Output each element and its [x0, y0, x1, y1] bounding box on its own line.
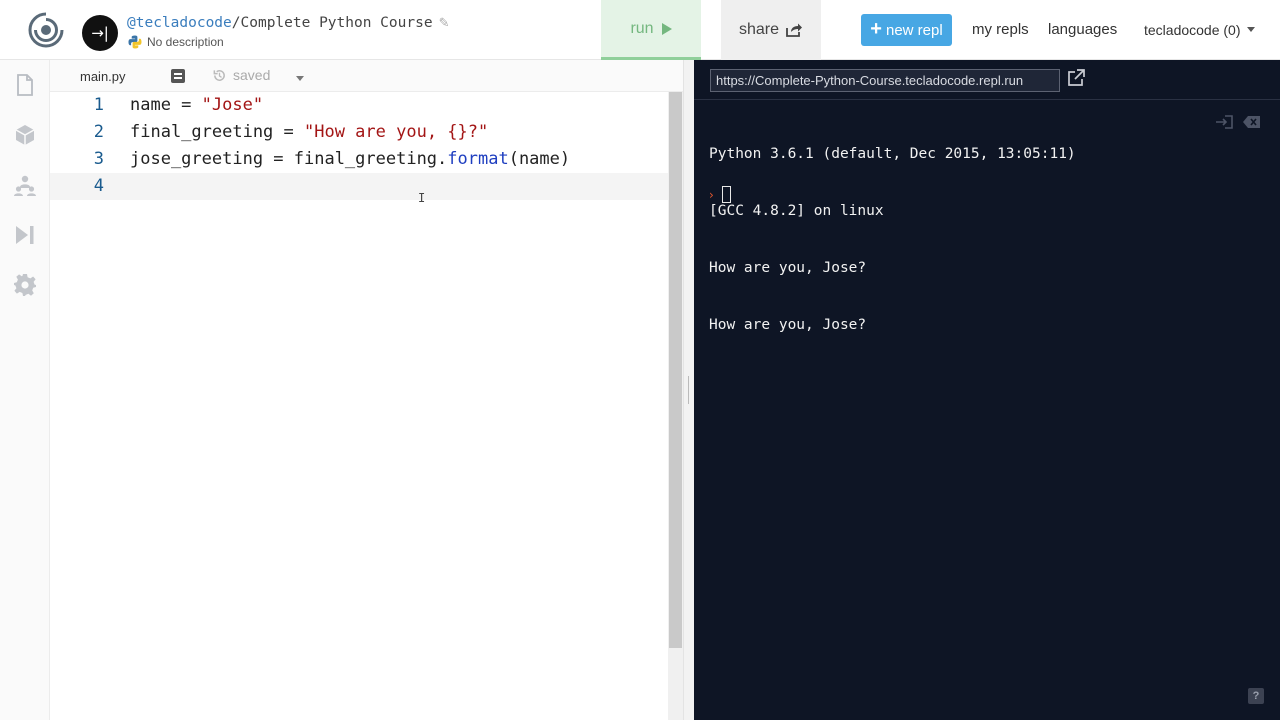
history-icon	[213, 69, 225, 81]
console-line: Python 3.6.1 (default, Dec 2015, 13:05:1…	[709, 146, 1076, 162]
console-prompt[interactable]: ›	[709, 186, 731, 203]
sidebar-toggle-button[interactable]: →|	[82, 15, 118, 51]
packages-icon[interactable]	[13, 123, 37, 147]
code-line[interactable]: 2 final_greeting = "How are you, {}?"	[50, 119, 668, 146]
code-text[interactable]: jose_greeting = final_greeting.format(na…	[130, 146, 570, 173]
code-token: jose_greeting = final_greeting.	[130, 149, 448, 169]
line-number: 1	[93, 95, 104, 115]
description-text: No description	[147, 35, 224, 49]
code-text[interactable]: name = "Jose"	[130, 92, 263, 119]
prompt-caret-icon: ›	[709, 187, 714, 202]
repl-owner-link[interactable]: @tecladocode	[127, 15, 232, 31]
play-icon	[661, 22, 672, 35]
repl-title[interactable]: @tecladocode/Complete Python Course ✎	[127, 15, 449, 31]
title-separator: /	[231, 15, 241, 31]
share-icon	[786, 23, 803, 37]
plus-icon: +	[870, 18, 882, 40]
code-line[interactable]: 1 name = "Jose"	[50, 92, 668, 119]
console-output: Python 3.6.1 (default, Dec 2015, 13:05:1…	[709, 107, 1076, 373]
console-line: How are you, Jose?	[709, 317, 867, 333]
collapse-arrow-icon: →|	[91, 24, 109, 42]
share-button[interactable]: share	[721, 0, 821, 60]
code-area[interactable]: 1 name = "Jose" 2 final_greeting = "How are…	[50, 92, 668, 720]
document-icon[interactable]	[171, 69, 185, 83]
code-token: name =	[130, 95, 202, 115]
pane-resize-handle[interactable]	[683, 60, 694, 720]
code-line[interactable]: 3 jose_greeting = final_greeting.format(n…	[50, 146, 668, 173]
sidebar	[0, 60, 50, 720]
tab-main-py[interactable]: main.py	[80, 69, 126, 84]
text-cursor-icon: I	[418, 191, 426, 205]
repl-name[interactable]: Complete Python Course	[241, 15, 433, 31]
code-token: final_greeting =	[130, 122, 304, 142]
console-line: [GCC 4.8.2] on linux	[709, 203, 884, 219]
line-number: 3	[93, 149, 104, 169]
settings-icon[interactable]	[13, 273, 37, 297]
console-separator	[694, 99, 1280, 100]
editor-scrollbar-thumb[interactable]	[669, 92, 682, 648]
code-token: (name)	[508, 149, 571, 169]
repl-url-field[interactable]: https://Complete-Python-Course.tecladoco…	[710, 69, 1060, 92]
python-icon	[128, 35, 142, 49]
languages-link[interactable]: languages	[1048, 21, 1117, 38]
help-icon[interactable]: ?	[1248, 688, 1264, 704]
resize-grip[interactable]	[688, 376, 689, 404]
multiplayer-icon[interactable]	[13, 173, 37, 197]
share-label: share	[738, 21, 780, 38]
my-repls-link[interactable]: my repls	[972, 21, 1029, 38]
line-number: 2	[93, 122, 104, 142]
clear-console-icon[interactable]	[1242, 114, 1262, 130]
debugger-icon[interactable]	[13, 223, 37, 247]
run-button[interactable]: run	[601, 0, 701, 60]
new-repl-label: new repl	[885, 21, 943, 39]
top-bar: →| @tecladocode/Complete Python Course ✎ …	[0, 0, 1280, 60]
open-external-icon[interactable]	[1066, 68, 1086, 88]
saved-label: saved	[233, 67, 271, 83]
string-token: "Jose"	[201, 95, 264, 115]
editor-tab-bar: main.py saved	[50, 60, 683, 92]
editor-scrollbar[interactable]	[668, 92, 683, 720]
console-cursor	[721, 186, 731, 203]
console-pane: https://Complete-Python-Course.tecladoco…	[694, 60, 1280, 720]
files-icon[interactable]	[13, 73, 37, 97]
line-number: 4	[93, 176, 104, 196]
replit-logo-icon[interactable]	[28, 12, 64, 48]
account-menu[interactable]: tecladocode (0)	[1144, 22, 1255, 38]
string-token: "How are you, {}?"	[304, 122, 489, 142]
run-label: run	[630, 19, 654, 37]
console-line: How are you, Jose?	[709, 260, 867, 276]
account-label: tecladocode (0)	[1144, 22, 1241, 38]
repl-description[interactable]: No description	[128, 35, 224, 49]
chevron-down-icon	[1246, 27, 1255, 32]
code-editor: main.py saved 1 name = "Jose" 2 final_greet…	[50, 60, 683, 720]
code-line[interactable]: 4	[50, 173, 668, 200]
edit-pencil-icon[interactable]: ✎	[439, 16, 450, 31]
save-dropdown-caret-icon[interactable]	[296, 76, 304, 81]
function-token: format	[447, 149, 509, 169]
new-repl-button[interactable]: + new repl	[861, 14, 952, 46]
console-input-icon[interactable]	[1214, 114, 1234, 130]
save-status: saved	[212, 67, 270, 83]
code-text[interactable]: final_greeting = "How are you, {}?"	[130, 119, 488, 146]
